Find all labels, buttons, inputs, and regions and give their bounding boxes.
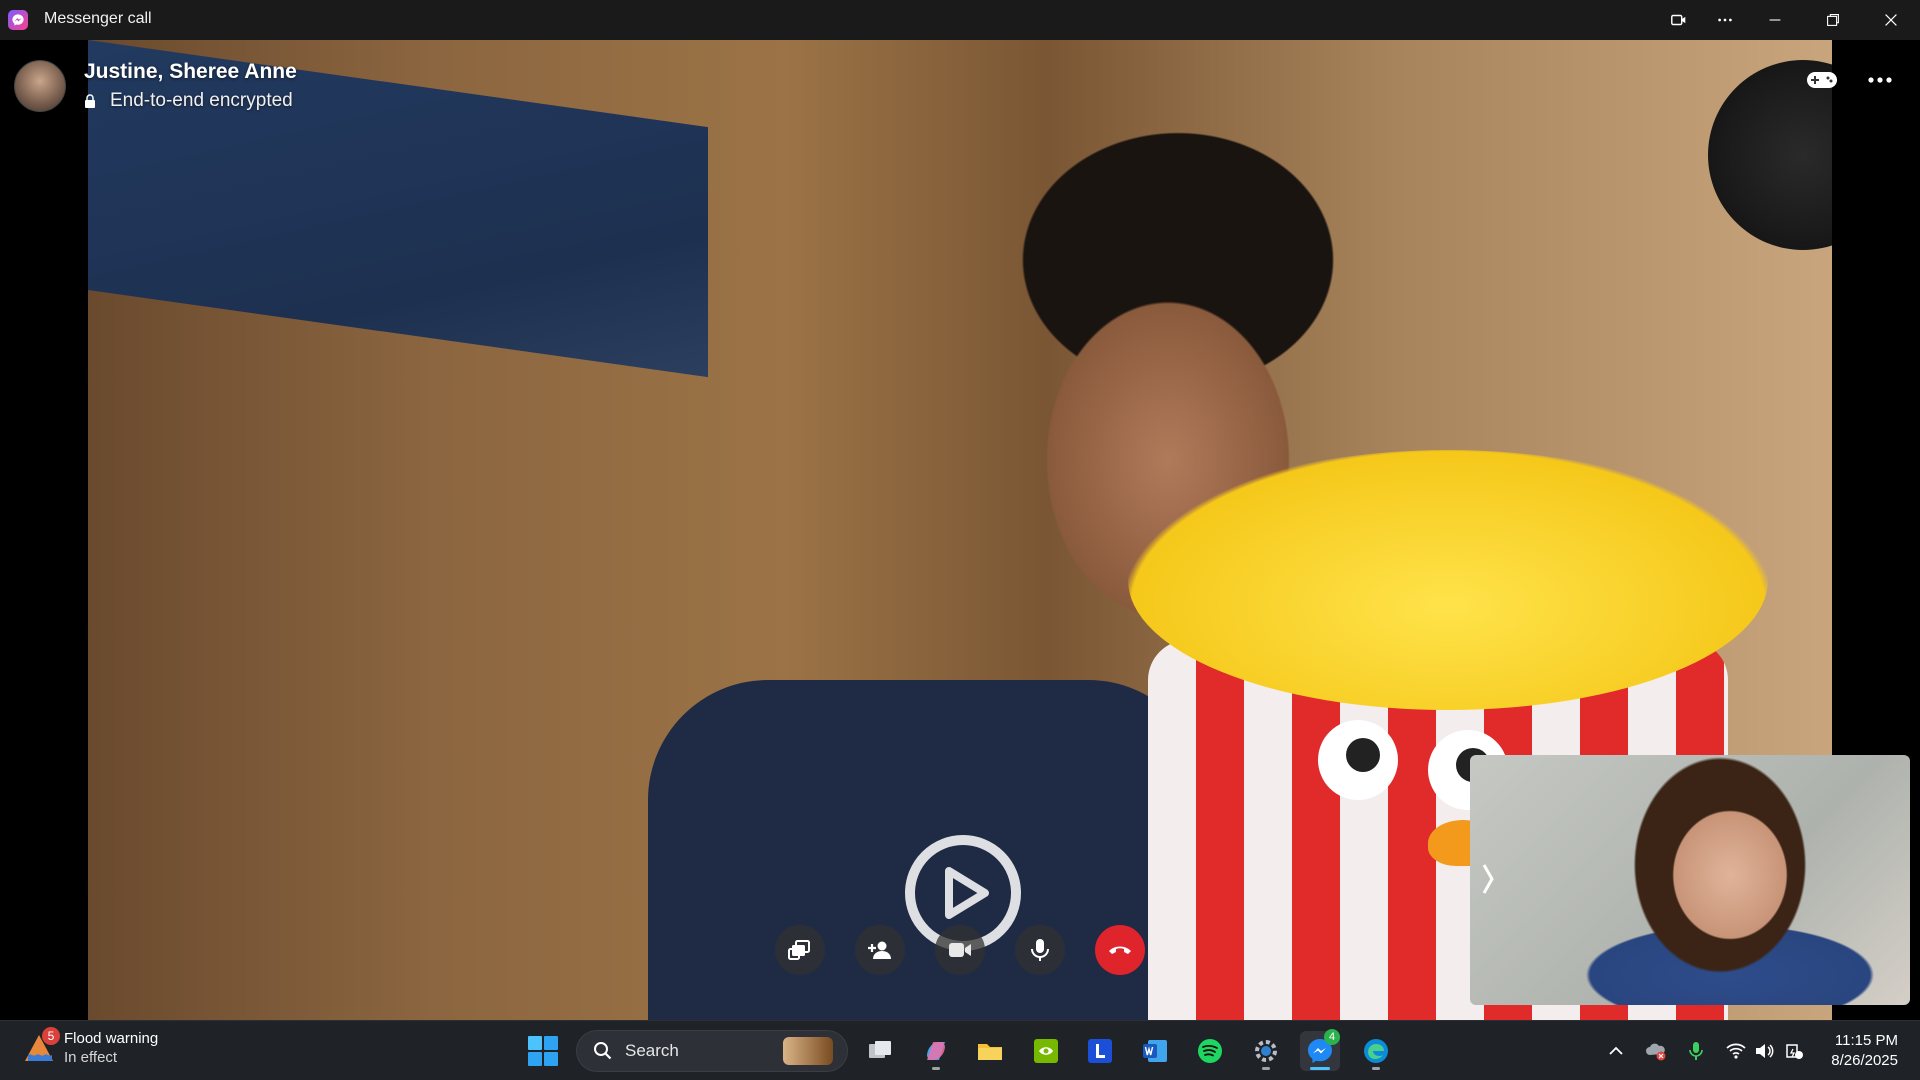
running-indicator [1372, 1067, 1380, 1070]
video-call-icon[interactable] [1656, 0, 1702, 40]
video-camera-icon [949, 943, 971, 957]
weather-text: Flood warning In effect [64, 1029, 158, 1067]
end-call-button[interactable] [1095, 925, 1145, 975]
video-camera-button[interactable] [935, 925, 985, 975]
lock-icon [85, 94, 95, 108]
games-icon[interactable] [1800, 60, 1844, 100]
call-controls [775, 925, 1145, 975]
volume-icon[interactable] [1752, 1039, 1776, 1063]
settings-button[interactable] [1246, 1031, 1286, 1071]
edge-button[interactable] [1356, 1031, 1396, 1071]
lark-button[interactable] [1080, 1031, 1120, 1071]
add-person-button[interactable] [855, 925, 905, 975]
active-indicator [1310, 1067, 1330, 1070]
encryption-label: End-to-end encrypted [110, 90, 293, 111]
weather-widget[interactable]: 5 Flood warning In effect [22, 1027, 158, 1067]
task-view-button[interactable] [860, 1031, 900, 1071]
close-button[interactable] [1868, 0, 1914, 40]
copilot-icon [927, 1042, 945, 1060]
more-options-icon[interactable] [1702, 0, 1748, 40]
search-highlight-image [783, 1037, 833, 1065]
self-video[interactable] [1470, 755, 1910, 1005]
clock-time: 11:15 PM [1834, 1032, 1898, 1049]
running-indicator [932, 1067, 940, 1070]
window-title: Messenger call [44, 10, 152, 27]
microphone-icon [1031, 939, 1049, 961]
weather-subtitle: In effect [64, 1049, 118, 1066]
search-label: Search [625, 1041, 679, 1060]
onedrive-error-icon[interactable] [1644, 1039, 1668, 1063]
share-screen-icon [788, 940, 810, 960]
messenger-taskbar-button[interactable]: 4 [1300, 1029, 1340, 1071]
caller-info: Justine, Sheree Anne End-to-end encrypte… [84, 60, 297, 112]
battery-saver-icon[interactable] [1782, 1039, 1806, 1063]
copilot-button[interactable] [916, 1031, 956, 1071]
gear-icon [1255, 1040, 1277, 1062]
nvidia-button[interactable] [1026, 1031, 1066, 1071]
encryption-status: End-to-end encrypted [84, 90, 297, 112]
weather-title: Flood warning [64, 1030, 159, 1047]
call-more-options-icon[interactable] [1858, 60, 1902, 100]
messenger-icon [8, 10, 28, 30]
share-screen-button[interactable] [775, 925, 825, 975]
avatar [14, 60, 66, 112]
windows-logo-tile [528, 1036, 542, 1050]
add-person-icon [868, 941, 891, 959]
taskbar: 5 Flood warning In effect Search 4 11:15… [0, 1020, 1920, 1080]
folder-icon [978, 1044, 1002, 1060]
minimize-button[interactable] [1752, 0, 1798, 40]
windows-logo-tile [528, 1052, 542, 1066]
task-view-icon [869, 1041, 891, 1058]
chevron-up-icon[interactable] [1604, 1039, 1628, 1063]
running-indicator [1262, 1067, 1270, 1070]
word-icon [1143, 1040, 1167, 1062]
end-call-icon [1109, 946, 1131, 954]
microphone-button[interactable] [1015, 925, 1065, 975]
title-bar: Messenger call [0, 0, 1920, 40]
clock-date: 8/26/2025 [1831, 1052, 1898, 1069]
system-clock[interactable]: 11:15 PM 8/26/2025 [1814, 1031, 1898, 1071]
weather-alert-badge: 5 [42, 1027, 60, 1045]
video-plush-eye [1318, 720, 1398, 800]
video-plush-top [1128, 450, 1768, 710]
taskbar-search[interactable]: Search [576, 1030, 848, 1072]
microphone-tray-icon[interactable] [1684, 1039, 1708, 1063]
word-button[interactable] [1135, 1031, 1175, 1071]
call-area: Justine, Sheree Anne End-to-end encrypte… [0, 40, 1920, 1020]
chevron-right-icon[interactable] [1480, 859, 1496, 899]
search-icon [594, 1042, 612, 1060]
windows-logo-tile [544, 1052, 558, 1066]
messenger-badge: 4 [1324, 1029, 1340, 1045]
restore-button[interactable] [1810, 0, 1856, 40]
windows-logo-tile [544, 1036, 558, 1050]
caller-header: Justine, Sheree Anne End-to-end encrypte… [14, 60, 297, 112]
spotify-button[interactable] [1190, 1031, 1230, 1071]
caller-name: Justine, Sheree Anne [84, 60, 297, 83]
edge-icon [1364, 1039, 1388, 1063]
wifi-icon[interactable] [1724, 1039, 1748, 1063]
file-explorer-button[interactable] [970, 1031, 1010, 1071]
flood-warning-icon: 5 [22, 1027, 60, 1065]
spotify-icon [1198, 1039, 1222, 1063]
nvidia-icon [1034, 1039, 1058, 1063]
lark-icon [1088, 1039, 1112, 1063]
start-button[interactable] [528, 1036, 558, 1066]
